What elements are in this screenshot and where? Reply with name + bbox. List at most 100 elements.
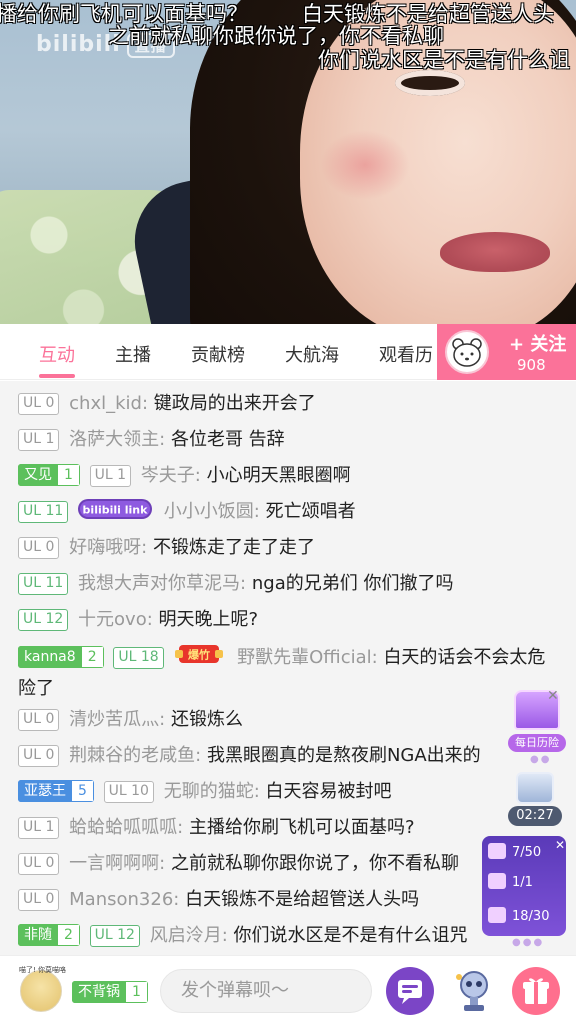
task-progress-panel[interactable]: 7/50 1/1 18/30 (482, 836, 566, 936)
bear-avatar-icon (452, 338, 482, 367)
svg-text:爆竹: 爆竹 (188, 648, 210, 662)
fan-medal-level: 2 (81, 646, 104, 668)
firecracker-title-badge: 爆竹 (173, 642, 225, 675)
chat-username[interactable]: 洛萨大领主: (69, 429, 165, 450)
fan-medal[interactable]: 非随 2 (18, 924, 80, 946)
chat-message[interactable]: UL 0 一言啊啊啊: 之前就私聊你跟你说了，你不看私聊 (18, 850, 484, 878)
user-level-badge: UL 11 (18, 501, 69, 523)
user-level-badge: UL 0 (18, 393, 60, 415)
fan-medal-name: 非随 (18, 924, 58, 946)
chat-username[interactable]: 一言啊啊啊: (69, 853, 165, 874)
danmaku-text: 之前就私聊你跟你说了，你不看私聊 (108, 24, 444, 48)
close-icon[interactable]: ✕ (547, 688, 559, 704)
chat-message[interactable]: 又见 1 UL 1 岑夫子: 小心明天黑眼圈啊 (18, 462, 558, 490)
chat-message[interactable]: UL 0 荆棘谷的老咸鱼: 我黑眼圈真的是熬夜刷NGA出来的 (18, 742, 518, 770)
chat-username[interactable]: 无聊的猫蛇: (164, 781, 260, 802)
chat-message[interactable]: UL 0 好嗨哦呀: 不锻炼走了走了走了 (18, 534, 558, 562)
chat-message[interactable]: 非随 2 UL 12 风启泠月: 你们说水区是不是有什么诅咒 (18, 922, 484, 950)
fan-medal[interactable]: 亚瑟王 5 (18, 780, 94, 802)
fan-medal-level: 1 (58, 464, 80, 486)
tab-guard[interactable]: 大航海 (285, 341, 339, 367)
streamer-avatar[interactable] (445, 330, 489, 374)
chat-text: 死亡颂唱者 (265, 501, 356, 522)
chat-message[interactable]: UL 11 我想大声对你草泥马: nga的兄弟们 你们撤了吗 (18, 570, 558, 598)
chat-message[interactable]: UL 12 十元ovo: 明天晚上呢? (18, 606, 558, 634)
tab-active-indicator (39, 374, 75, 378)
close-icon[interactable]: ✕ (555, 838, 565, 852)
fan-medal-level: 1 (126, 981, 148, 1003)
gift-icon (523, 978, 549, 1004)
chat-username[interactable]: 我想大声对你草泥马: (78, 573, 246, 594)
danmaku-text: 你们说水区是不是有什么诅 (318, 48, 570, 72)
video-eye (395, 70, 465, 96)
chat-username[interactable]: 风启泠月: (150, 925, 228, 946)
fan-medal-level: 5 (72, 780, 94, 802)
user-level-badge: UL 1 (18, 429, 60, 451)
chat-username[interactable]: Manson326: (69, 889, 179, 910)
task-character-icon (488, 873, 506, 889)
chat-text: nga的兄弟们 你们撤了吗 (251, 573, 454, 594)
my-fan-medal[interactable]: 不背锅 1 (72, 981, 148, 1003)
user-level-badge: UL 0 (18, 889, 60, 911)
chat-text: 不锻炼走了走了走了 (152, 537, 315, 558)
task-ticket-icon (488, 843, 506, 859)
video-cheek (320, 130, 410, 200)
user-level-badge: UL 12 (18, 609, 69, 631)
tab-contribution-rank[interactable]: 贡献榜 (191, 341, 245, 367)
chat-username[interactable]: 蛤蛤蛤呱呱呱: (69, 817, 183, 838)
tab-watch-history[interactable]: 观看历 (379, 341, 433, 367)
follow-button[interactable]: + 关注 908 (437, 324, 576, 380)
chat-bubble-icon (398, 980, 422, 1004)
danmaku-text: 白天锻炼不是给超管送人头 (302, 2, 554, 26)
chat-username[interactable]: 清炒苦瓜灬: (69, 709, 165, 730)
tab-interaction[interactable]: 互动 (39, 341, 75, 367)
chat-message[interactable]: 亚瑟王 5 UL 10 无聊的猫蛇: 白天容易被封吧 (18, 778, 558, 806)
user-level-badge: UL 1 (89, 465, 132, 487)
chat-text: 明天晚上呢? (158, 609, 259, 630)
danmaku-settings-button[interactable] (386, 967, 434, 1015)
chat-message[interactable]: UL 0 Manson326: 白天锻炼不是给超管送人头吗 (18, 886, 458, 914)
robot-pet-button[interactable] (450, 967, 498, 1015)
fan-medal-name: 亚瑟王 (18, 780, 72, 802)
task-progress: 7/50 (512, 845, 542, 860)
chat-username[interactable]: 荆棘谷的老咸鱼: (69, 745, 201, 766)
bottom-bar: 喵了! 你莫喵咯 不背锅 1 发个弹幕呗～ (0, 955, 576, 1024)
fan-medal[interactable]: 又见 1 (18, 464, 80, 486)
timer-widget[interactable]: 02:27 (508, 772, 562, 828)
chat-message[interactable]: UL 1 蛤蛤蛤呱呱呱: 主播给你刷飞机可以面基吗? (18, 814, 558, 842)
chat-message[interactable]: kanna8 2 UL 18 爆竹 野獸先輩Official: 白天的话会不会太危… (18, 642, 558, 703)
task-row: 1/1 (488, 870, 564, 896)
chat-username[interactable]: chxl_kid: (69, 393, 148, 414)
danmaku-input[interactable]: 发个弹幕呗～ (160, 969, 372, 1013)
chat-username[interactable]: 小小小饭圆: (164, 501, 260, 522)
chat-username[interactable]: 十元ovo: (78, 609, 153, 630)
video-lips (440, 232, 550, 272)
tab-streamer[interactable]: 主播 (115, 341, 151, 367)
user-level-badge: UL 1 (18, 817, 60, 839)
user-level-badge: UL 11 (18, 573, 69, 595)
gift-button[interactable] (512, 967, 560, 1015)
chat-text: 之前就私聊你跟你说了，你不看私聊 (170, 853, 459, 874)
chat-message[interactable]: UL 11 bilibili link 小小小饭圆: 死亡颂唱者 (18, 498, 558, 529)
user-level-badge: UL 0 (18, 853, 60, 875)
task-progress: 18/30 (512, 909, 550, 924)
fan-medal-name: 又见 (18, 464, 58, 486)
user-level-badge: UL 0 (18, 745, 60, 767)
live-video[interactable]: bilibili 直播 播给你刷飞机可以面基吗？ 白天锻炼不是给超管送人头 之前就… (0, 0, 576, 324)
pager-dots: ●●● (512, 937, 545, 948)
chat-username[interactable]: 岑夫子: (141, 465, 201, 486)
task-row: 7/50 (488, 840, 564, 866)
chat-message[interactable]: UL 0 清炒苦瓜灬: 还锻炼么 (18, 706, 558, 734)
chat-text: 小心明天黑眼圈啊 (206, 465, 351, 486)
user-level-badge: UL 0 (18, 537, 60, 559)
user-avatar[interactable]: 喵了! 你莫喵咯 (19, 966, 66, 1012)
chat-username[interactable]: 好嗨哦呀: (69, 537, 147, 558)
gift-box-icon (516, 772, 554, 804)
chat-text: 键政局的出来开会了 (153, 393, 316, 414)
user-level-badge: UL 0 (18, 709, 60, 731)
task-row: 18/30 (488, 904, 564, 930)
chat-message[interactable]: UL 0 chxl_kid: 键政局的出来开会了 (18, 390, 558, 418)
chat-message[interactable]: UL 1 洛萨大领主: 各位老哥 告辞 (18, 426, 558, 454)
fan-medal[interactable]: kanna8 2 (18, 646, 104, 668)
chat-username[interactable]: 野獸先輩Official: (237, 647, 378, 668)
